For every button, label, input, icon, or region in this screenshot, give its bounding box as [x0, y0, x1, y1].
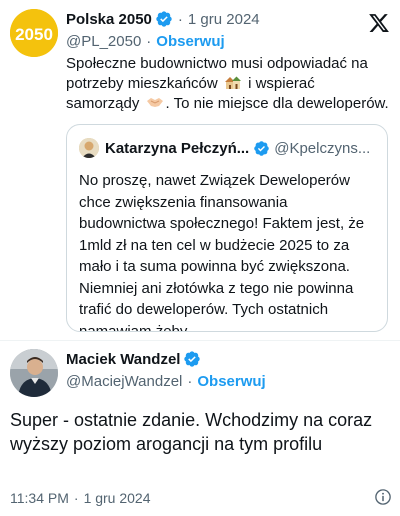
author-name[interactable]: Polska 2050 — [66, 11, 152, 28]
handshake-emoji — [146, 98, 163, 107]
quoted-author-handle[interactable]: @Kpelczyns... — [274, 140, 370, 157]
polska-2050-avatar[interactable]: 2050 — [10, 9, 58, 57]
divider — [0, 340, 400, 341]
main-tweet: 2050 Polska 2050 · 1 gru 2024 @PL_2050 ·… — [0, 0, 400, 340]
tweet-text: Społeczne budownictwo musi odpowiadać na… — [66, 55, 389, 112]
tweet-header: Polska 2050 · 1 gru 2024 @PL_2050 · Obse… — [66, 10, 260, 50]
quoted-author-avatar[interactable] — [79, 138, 99, 158]
author-name[interactable]: Maciek Wandzel — [66, 351, 180, 368]
quoted-tweet-text: No proszę, nawet Związek Deweloperów chc… — [79, 172, 365, 332]
verified-badge-icon — [156, 11, 172, 27]
verified-badge-icon — [184, 351, 201, 367]
author-handle[interactable]: @PL_2050 — [66, 33, 141, 50]
maciek-wandzel-avatar[interactable] — [10, 349, 58, 397]
author-handle[interactable]: @MaciejWandzel — [66, 373, 182, 390]
reply-timestamp[interactable]: 11:34 PM · 1 gru 2024 — [10, 488, 390, 508]
follow-button[interactable]: Obserwuj — [197, 373, 265, 390]
quoted-author-name[interactable]: Katarzyna Pełczyń... — [105, 140, 249, 157]
reply-header: Maciek Wandzel @MaciejWandzel · Obserwuj — [66, 350, 266, 390]
follow-button[interactable]: Obserwuj — [156, 33, 224, 50]
info-icon[interactable] — [374, 488, 392, 506]
reply-time[interactable]: 11:34 PM — [10, 490, 69, 506]
reply-text: Super - ostatnie zdanie. Wchodzimy na co… — [10, 410, 373, 454]
x-logo-icon[interactable] — [368, 12, 390, 34]
reply-tweet: Maciek Wandzel @MaciejWandzel · Obserwuj… — [0, 340, 400, 516]
houses-emoji — [224, 76, 241, 89]
avatar-logo-text: 2050 — [15, 25, 53, 44]
verified-badge-icon — [254, 140, 269, 156]
reply-date[interactable]: 1 gru 2024 — [84, 490, 151, 506]
quoted-tweet[interactable]: Katarzyna Pełczyń... @Kpelczyns... No pr… — [66, 124, 388, 332]
tweet-date[interactable]: 1 gru 2024 — [188, 11, 260, 28]
